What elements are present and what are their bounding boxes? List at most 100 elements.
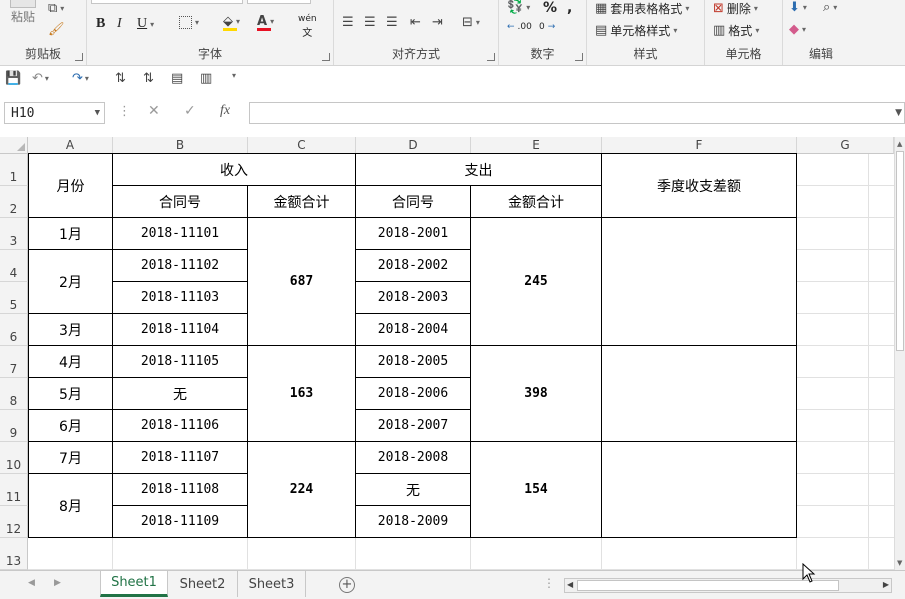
save-button[interactable]: 💾: [5, 71, 21, 86]
customize-qat-button[interactable]: ▾: [232, 71, 236, 80]
month-cell[interactable]: 4月: [29, 346, 112, 377]
row-header-8[interactable]: 8: [0, 378, 28, 410]
comma-style-button[interactable]: ,: [567, 0, 572, 16]
enter-icon[interactable]: ✓: [184, 103, 196, 119]
row-header-9[interactable]: 9: [0, 410, 28, 442]
decrease-indent-button[interactable]: ⇤: [410, 15, 421, 30]
income-contract-cell[interactable]: 2018-11103: [113, 282, 247, 313]
clear-button[interactable]: ◆ ▾: [789, 22, 806, 37]
alignment-dialog-launcher[interactable]: [487, 53, 495, 61]
expense-contract-cell[interactable]: 无: [356, 474, 470, 505]
income-header-cell[interactable]: 收入: [113, 154, 355, 185]
cancel-icon[interactable]: ✕: [148, 103, 160, 119]
sort-ascending-button[interactable]: ⇅: [115, 71, 126, 86]
diff-cell[interactable]: [602, 346, 796, 441]
font-size-box[interactable]: [247, 0, 311, 4]
formula-bar-splitter[interactable]: ⋮: [118, 104, 131, 119]
sheet-tab-sheet3[interactable]: Sheet3: [238, 571, 306, 597]
income-contract-cell[interactable]: 2018-11106: [113, 410, 247, 441]
number-dialog-launcher[interactable]: [575, 53, 583, 61]
format-cells-button[interactable]: ▥ 格式 ▾: [713, 22, 759, 39]
redo-button[interactable]: ↷ ▾: [72, 71, 89, 86]
percent-button[interactable]: %: [543, 0, 557, 16]
diff-cell[interactable]: [602, 218, 796, 345]
month-cell[interactable]: 5月: [29, 378, 112, 409]
font-dialog-launcher[interactable]: [322, 53, 330, 61]
expense-contract-cell[interactable]: 2018-2007: [356, 410, 470, 441]
new-sheet-button[interactable]: +: [339, 577, 355, 593]
income-contract-cell[interactable]: 2018-11101: [113, 218, 247, 249]
income-contract-cell[interactable]: 2018-11109: [113, 506, 247, 537]
vertical-scroll-thumb[interactable]: [896, 151, 904, 351]
row-header-11[interactable]: 11: [0, 474, 28, 506]
decrease-decimal-button[interactable]: 0 →: [539, 22, 555, 32]
scroll-right-icon[interactable]: ▶: [883, 580, 889, 589]
column-header-c[interactable]: C: [248, 137, 356, 154]
income-contract-cell[interactable]: 2018-11102: [113, 250, 247, 281]
month-cell[interactable]: 3月: [29, 314, 112, 345]
undo-button[interactable]: ↶ ▾: [32, 71, 49, 86]
row-header-5[interactable]: 5: [0, 282, 28, 314]
sort-descending-button[interactable]: ⇅: [143, 71, 154, 86]
increase-decimal-button[interactable]: ← .00: [507, 22, 532, 32]
column-header-g[interactable]: G: [797, 137, 894, 154]
month-cell[interactable]: 2月: [29, 250, 112, 313]
income-total-cell[interactable]: 224: [248, 442, 355, 537]
scroll-left-icon[interactable]: ◀: [567, 580, 573, 589]
format-painter-button[interactable]: 🖌: [48, 22, 65, 37]
print-preview-button[interactable]: ▥: [200, 71, 212, 86]
expense-contract-cell[interactable]: 2018-2003: [356, 282, 470, 313]
align-left-button[interactable]: ☰: [342, 15, 354, 30]
expense-contract-cell[interactable]: 2018-2001: [356, 218, 470, 249]
column-header-a[interactable]: A: [28, 137, 113, 154]
month-cell[interactable]: 6月: [29, 410, 112, 441]
month-header-cell[interactable]: 月份: [29, 154, 112, 217]
align-center-button[interactable]: ☰: [364, 15, 376, 30]
expense-contract-cell[interactable]: 2018-2002: [356, 250, 470, 281]
column-header-d[interactable]: D: [356, 137, 471, 154]
italic-button[interactable]: I: [117, 16, 122, 32]
bold-button[interactable]: B: [96, 16, 105, 32]
format-as-table-button[interactable]: ▦ 套用表格格式 ▾: [595, 0, 689, 17]
income-contract-cell[interactable]: 2018-11108: [113, 474, 247, 505]
underline-button[interactable]: U ▾: [137, 16, 154, 32]
expense-header-cell[interactable]: 支出: [356, 154, 601, 185]
income-contract-header-cell[interactable]: 合同号: [113, 186, 247, 217]
expense-amount-header-cell[interactable]: 金额合计: [471, 186, 601, 217]
align-right-button[interactable]: ☰: [386, 15, 398, 30]
income-contract-cell[interactable]: 无: [113, 378, 247, 409]
phonetic-button[interactable]: wén 文: [298, 14, 317, 39]
font-color-button[interactable]: A ▾: [257, 14, 274, 31]
expense-contract-header-cell[interactable]: 合同号: [356, 186, 470, 217]
expense-total-cell[interactable]: 245: [471, 218, 601, 345]
expense-total-cell[interactable]: 154: [471, 442, 601, 537]
clipboard-dialog-launcher[interactable]: [75, 53, 83, 61]
row-header-3[interactable]: 3: [0, 218, 28, 250]
diff-cell[interactable]: [602, 442, 796, 537]
expense-contract-cell[interactable]: 2018-2009: [356, 506, 470, 537]
income-contract-cell[interactable]: 2018-11105: [113, 346, 247, 377]
name-box[interactable]: H10 ▼: [4, 102, 105, 124]
paste-button[interactable]: 粘贴: [10, 0, 36, 25]
month-cell[interactable]: 7月: [29, 442, 112, 473]
income-contract-cell[interactable]: 2018-11104: [113, 314, 247, 345]
month-cell[interactable]: 8月: [29, 474, 112, 537]
row-header-1[interactable]: 1: [0, 154, 28, 186]
income-total-cell[interactable]: 687: [248, 218, 355, 345]
previous-sheet-icon[interactable]: ◀: [28, 578, 35, 588]
horizontal-scroll-thumb[interactable]: [577, 580, 839, 591]
find-select-button[interactable]: ⌕ ▾: [823, 0, 837, 15]
copy-button[interactable]: ⧉ ▾: [48, 1, 64, 16]
tab-splitter-icon[interactable]: ⋮: [543, 576, 555, 590]
merge-center-button[interactable]: ⊟ ▾: [462, 15, 480, 30]
row-header-2[interactable]: 2: [0, 186, 28, 218]
expense-contract-cell[interactable]: 2018-2005: [356, 346, 470, 377]
formula-input[interactable]: ▼: [249, 102, 905, 124]
expense-contract-cell[interactable]: 2018-2008: [356, 442, 470, 473]
expense-total-cell[interactable]: 398: [471, 346, 601, 441]
vertical-scrollbar[interactable]: ▲ ▼: [894, 137, 905, 570]
month-cell[interactable]: 1月: [29, 218, 112, 249]
borders-button[interactable]: ▾: [179, 16, 199, 29]
delete-cells-button[interactable]: ⊠ 删除 ▾: [713, 0, 758, 17]
row-header-4[interactable]: 4: [0, 250, 28, 282]
